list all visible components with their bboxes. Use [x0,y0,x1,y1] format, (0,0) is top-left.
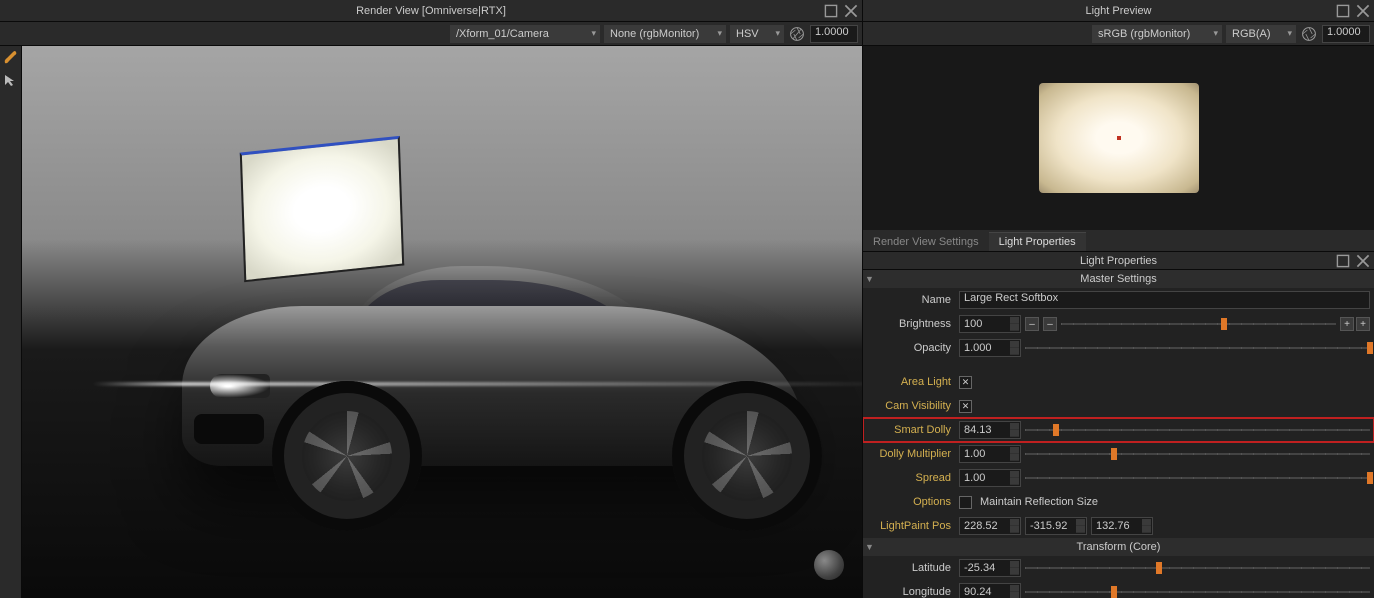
label-latitude: Latitude [863,562,955,574]
preview-exposure-field[interactable]: 1.0000 [1322,25,1370,43]
input-lightpaint-y[interactable]: -315.92 [1025,517,1087,535]
input-opacity[interactable]: 1.000 [959,339,1021,357]
tab-render-view-settings[interactable]: Render View Settings [863,233,989,251]
row-name: Name Large Rect Softbox [863,288,1374,312]
label-longitude: Longitude [863,586,955,598]
preview-colorspace-dropdown[interactable]: sRGB (rgbMonitor) [1092,25,1222,43]
label-cam-visibility: Cam Visibility [863,400,955,412]
label-opacity: Opacity [863,342,955,354]
row-options: Options Maintain Reflection Size [863,490,1374,514]
input-longitude[interactable]: 90.24 [959,583,1021,598]
preview-channels-dropdown[interactable]: RGB(A) [1226,25,1296,43]
row-longitude: Longitude 90.24 [863,580,1374,598]
light-preview-swatch [1039,83,1199,193]
label-area-light: Area Light [863,376,955,388]
close-icon[interactable] [844,4,858,18]
maximize-icon[interactable] [1336,4,1350,18]
row-smart-dolly: Smart Dolly 84.13 [863,418,1374,442]
input-brightness[interactable]: 100 [959,315,1021,333]
input-spread[interactable]: 1.00 [959,469,1021,487]
car-mesh [142,266,842,526]
render-view-title: Render View [Omniverse|RTX] [356,5,506,17]
label-maintain-reflection: Maintain Reflection Size [980,496,1098,508]
light-preview-titlebar: Light Preview [863,0,1374,22]
render-view-titlebar: Render View [Omniverse|RTX] [0,0,862,22]
close-icon[interactable] [1356,254,1370,268]
row-cam-visibility: Cam Visibility [863,394,1374,418]
light-preview-canvas[interactable] [863,46,1374,230]
arrow-tool-icon[interactable] [0,70,20,90]
light-properties-header: Light Properties [863,252,1374,270]
light-properties-header-label: Light Properties [1080,255,1157,267]
render-view-panel: Render View [Omniverse|RTX] /Xform_01/Ca… [0,0,862,598]
label-dolly-multiplier: Dolly Multiplier [863,448,955,460]
aperture-icon[interactable] [1300,25,1318,43]
master-settings-label: Master Settings [1080,273,1156,285]
camera-dropdown[interactable]: /Xform_01/Camera [450,25,600,43]
brush-tool-icon[interactable] [0,48,20,68]
properties-body: ▼ Master Settings Name Large Rect Softbo… [863,270,1374,598]
tab-light-properties[interactable]: Light Properties [989,232,1086,251]
render-viewport[interactable] [22,46,862,598]
chevron-down-icon: ▼ [865,542,874,552]
tool-strip [0,46,22,598]
row-opacity: Opacity 1.000 [863,336,1374,360]
checkbox-area-light[interactable] [959,376,972,389]
slider-latitude[interactable] [1025,559,1370,577]
brightness-dash-1[interactable]: – [1025,317,1039,331]
close-icon[interactable] [1356,4,1370,18]
label-lightpaint-pos: LightPaint Pos [863,520,955,532]
checkbox-cam-visibility[interactable] [959,400,972,413]
brightness-dash-2[interactable]: – [1043,317,1057,331]
master-settings-header[interactable]: ▼ Master Settings [863,270,1374,288]
row-lightpaint-pos: LightPaint Pos 228.52 -315.92 132.76 [863,514,1374,538]
label-spread: Spread [863,472,955,484]
label-smart-dolly: Smart Dolly [863,424,955,436]
row-brightness: Brightness 100 – – + + [863,312,1374,336]
slider-smart-dolly[interactable] [1025,421,1370,439]
input-lightpaint-z[interactable]: 132.76 [1091,517,1153,535]
slider-spread[interactable] [1025,469,1370,487]
light-preview-title: Light Preview [1085,5,1151,17]
slider-brightness[interactable] [1061,315,1336,333]
right-panel: Light Preview sRGB (rgbMonitor) RGB(A) 1… [862,0,1374,598]
colorspace-dropdown[interactable]: None (rgbMonitor) [604,25,726,43]
input-latitude[interactable]: -25.34 [959,559,1021,577]
label-options: Options [863,496,955,508]
properties-tabs: Render View Settings Light Properties [863,230,1374,252]
light-preview-toolbar: sRGB (rgbMonitor) RGB(A) 1.0000 [863,22,1374,46]
tool-slot-5[interactable] [0,136,20,156]
label-name: Name [863,294,955,306]
transform-core-header[interactable]: ▼ Transform (Core) [863,538,1374,556]
slider-dolly-multiplier[interactable] [1025,445,1370,463]
exposure-field[interactable]: 1.0000 [810,25,858,43]
slider-longitude[interactable] [1025,583,1370,598]
transform-core-label: Transform (Core) [1077,541,1161,553]
row-area-light: Area Light [863,370,1374,394]
brightness-plus-2[interactable]: + [1356,317,1370,331]
input-name[interactable]: Large Rect Softbox [959,291,1370,309]
row-latitude: Latitude -25.34 [863,556,1374,580]
watermark-icon [814,550,844,580]
input-lightpaint-x[interactable]: 228.52 [959,517,1021,535]
brightness-plus-1[interactable]: + [1340,317,1354,331]
tool-slot-3[interactable] [0,92,20,112]
model-dropdown[interactable]: HSV [730,25,784,43]
render-view-toolbar: /Xform_01/Camera None (rgbMonitor) HSV 1… [0,22,862,46]
row-spread: Spread 1.00 [863,466,1374,490]
row-dolly-multiplier: Dolly Multiplier 1.00 [863,442,1374,466]
label-brightness: Brightness [863,318,955,330]
tool-slot-4[interactable] [0,114,20,134]
input-dolly-multiplier[interactable]: 1.00 [959,445,1021,463]
maximize-icon[interactable] [824,4,838,18]
chevron-down-icon: ▼ [865,274,874,284]
checkbox-maintain-reflection[interactable] [959,496,972,509]
aperture-icon[interactable] [788,25,806,43]
softbox-gizmo[interactable] [240,136,404,282]
slider-opacity[interactable] [1025,339,1370,357]
maximize-icon[interactable] [1336,254,1350,268]
input-smart-dolly[interactable]: 84.13 [959,421,1021,439]
